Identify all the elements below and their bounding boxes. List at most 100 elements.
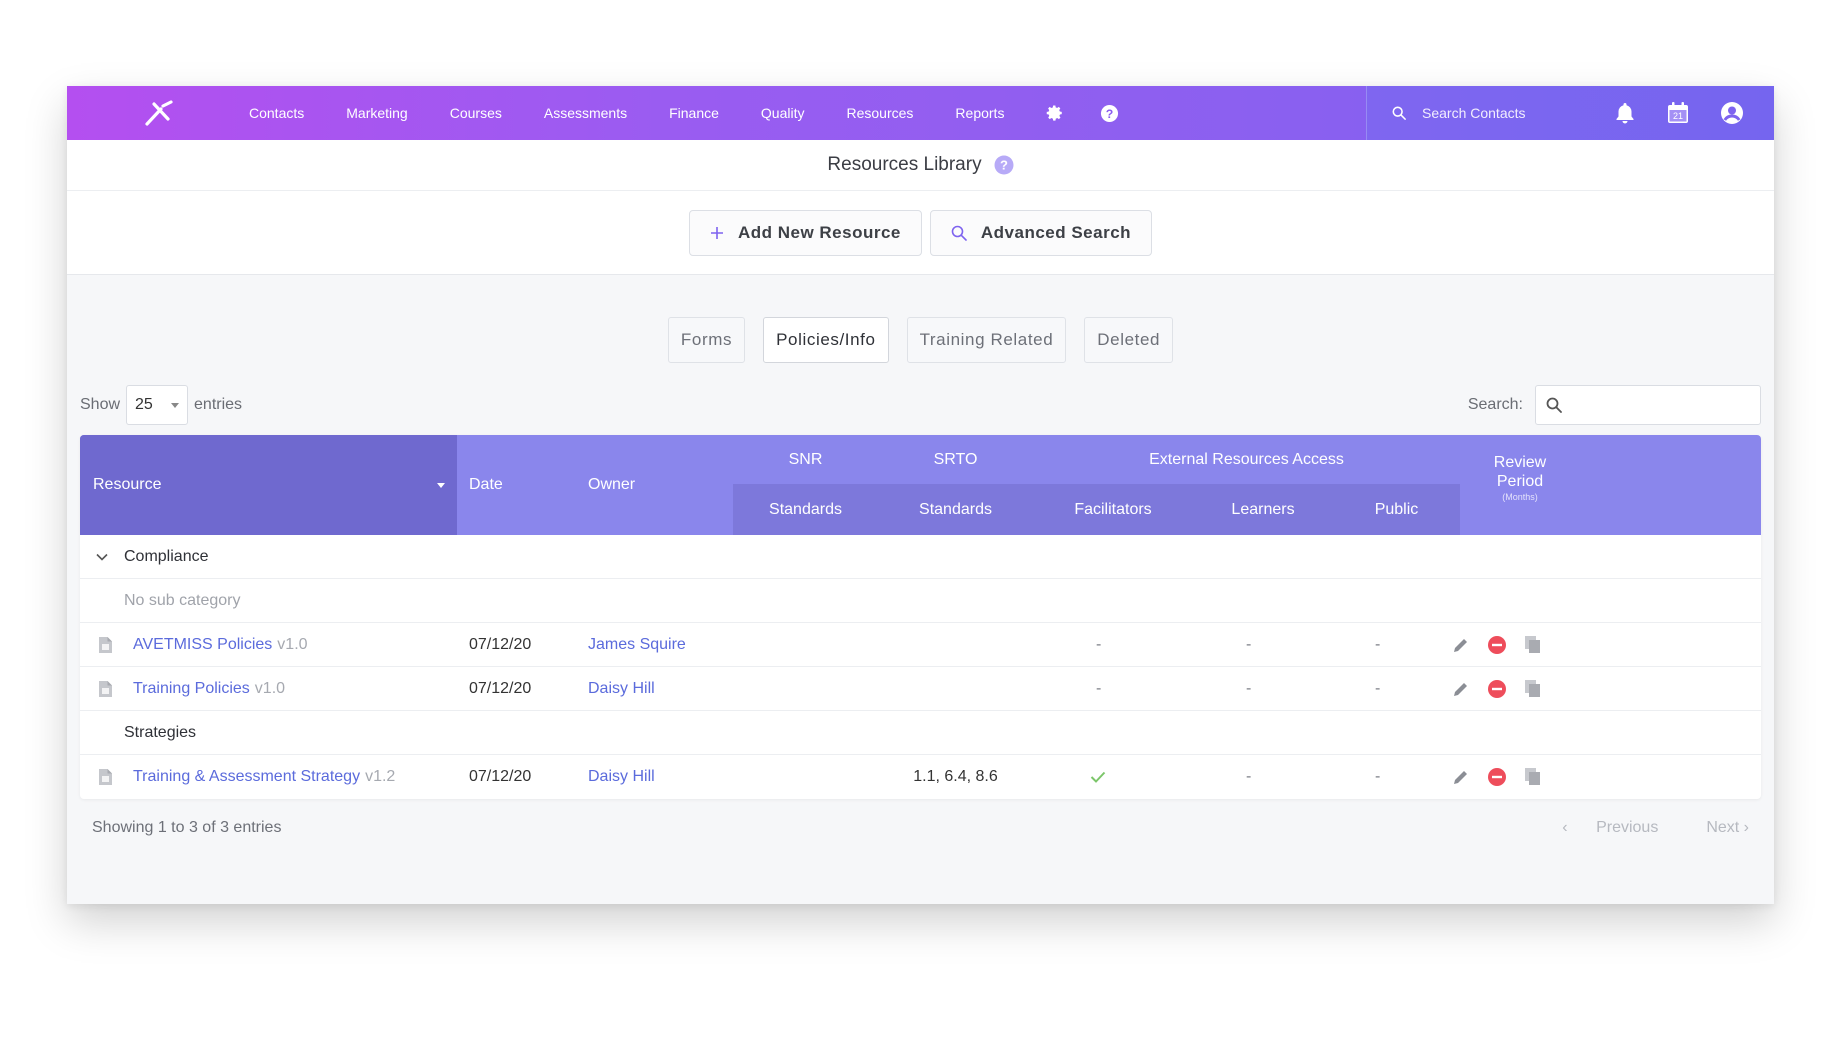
app-logo-icon[interactable] <box>129 100 189 126</box>
svg-text:?: ? <box>1106 106 1114 120</box>
header-review-line1: Review <box>1493 454 1547 471</box>
resource-link[interactable]: AVETMISS Policies <box>133 636 272 654</box>
next-page-button[interactable]: Next › <box>1682 819 1749 837</box>
contact-search <box>1392 105 1584 121</box>
copy-icon[interactable] <box>1524 767 1542 787</box>
calendar-icon[interactable]: 21 <box>1666 101 1690 125</box>
group-label: Compliance <box>124 547 209 565</box>
edit-pencil-icon[interactable] <box>1452 768 1470 786</box>
resource-cell: Training & Assessment Strategy v1.2 <box>133 768 395 786</box>
delete-icon[interactable] <box>1487 679 1507 699</box>
advanced-search-button[interactable]: Advanced Search <box>929 209 1153 256</box>
nav-reports[interactable]: Reports <box>955 105 1004 121</box>
document-icon <box>98 636 113 654</box>
group-row-compliance[interactable]: Compliance <box>80 535 1761 579</box>
chevron-down-icon <box>171 402 180 408</box>
header-srto-standards[interactable]: Standards <box>878 484 1033 535</box>
copy-icon[interactable] <box>1524 679 1542 699</box>
table-controls: Show 25 entries Search: <box>80 385 1761 425</box>
date-cell: 07/12/20 <box>469 635 532 653</box>
nav-contacts[interactable]: Contacts <box>249 105 304 121</box>
resource-link[interactable]: Training Policies <box>133 680 250 698</box>
date-cell: 07/12/20 <box>469 768 532 785</box>
tab-policies-info[interactable]: Policies/Info <box>763 317 889 363</box>
tab-forms[interactable]: Forms <box>667 317 746 363</box>
header-resource-label: Resource <box>93 476 162 493</box>
app-window: Contacts Marketing Courses Assessments F… <box>67 86 1774 904</box>
learners-cell: - <box>1246 635 1252 653</box>
header-resource[interactable]: Resource <box>80 435 457 535</box>
delete-icon[interactable] <box>1487 767 1507 787</box>
settings-gear-icon[interactable] <box>1046 104 1064 122</box>
table-header: Resource Date Owner SNR SRTO External Re… <box>80 435 1761 535</box>
svg-text:?: ? <box>1000 158 1008 173</box>
header-facilitators[interactable]: Facilitators <box>1033 484 1193 535</box>
page-title: Resources Library <box>827 154 982 175</box>
next-label: Next <box>1706 819 1740 836</box>
page-title-bar: Resources Library ? <box>67 140 1774 191</box>
sort-down-icon[interactable] <box>437 483 445 488</box>
tab-training-related[interactable]: Training Related <box>906 317 1067 363</box>
header-snr: SNR <box>788 450 823 468</box>
nav-marketing[interactable]: Marketing <box>346 105 407 121</box>
owner-link[interactable]: Daisy Hill <box>588 680 655 698</box>
resource-cell: Training Policies v1.0 <box>133 680 285 698</box>
search-icon <box>1546 397 1562 413</box>
tab-deleted[interactable]: Deleted <box>1084 317 1174 363</box>
nav-resources[interactable]: Resources <box>847 105 914 121</box>
add-new-resource-button[interactable]: Add New Resource <box>688 209 922 256</box>
user-account-icon[interactable] <box>1720 101 1744 125</box>
help-question-icon[interactable]: ? <box>1100 104 1119 123</box>
plus-icon <box>710 226 724 240</box>
search-contacts-input[interactable] <box>1422 105 1582 121</box>
advanced-search-label: Advanced Search <box>980 222 1132 242</box>
header-snr-standards[interactable]: Standards <box>733 484 878 535</box>
document-icon <box>98 680 113 698</box>
public-cell: - <box>1375 679 1381 697</box>
entries-per-page-select[interactable]: 25 <box>126 385 189 425</box>
copy-icon[interactable] <box>1524 635 1542 655</box>
top-nav-bar: Contacts Marketing Courses Assessments F… <box>67 86 1774 140</box>
table-footer: Showing 1 to 3 of 3 entries ‹ Previous N… <box>92 819 1761 837</box>
header-external-access: External Resources Access <box>1149 450 1344 468</box>
header-date[interactable]: Date <box>469 435 503 535</box>
notifications-bell-icon[interactable] <box>1614 101 1636 125</box>
owner-link[interactable]: James Squire <box>588 636 686 654</box>
header-review-period[interactable]: Review Period (Months) <box>1460 453 1580 503</box>
header-review-line2: Period <box>1496 473 1544 490</box>
facilitators-cell: - <box>1096 635 1102 653</box>
nav-finance[interactable]: Finance <box>669 105 719 121</box>
resource-link[interactable]: Training & Assessment Strategy <box>133 768 360 786</box>
header-learners[interactable]: Learners <box>1193 484 1333 535</box>
edit-pencil-icon[interactable] <box>1452 636 1470 654</box>
facilitators-check-icon <box>1090 771 1106 783</box>
delete-icon[interactable] <box>1487 635 1507 655</box>
nav-courses[interactable]: Courses <box>450 105 502 121</box>
previous-label: Previous <box>1596 819 1659 836</box>
learners-cell: - <box>1246 768 1252 785</box>
top-right-area: 21 <box>1366 86 1774 140</box>
public-cell: - <box>1375 635 1381 653</box>
action-bar: Add New Resource Advanced Search <box>67 191 1774 275</box>
header-public[interactable]: Public <box>1333 484 1460 535</box>
nav-quality[interactable]: Quality <box>761 105 805 121</box>
chevron-down-icon[interactable] <box>96 553 108 561</box>
table-row: AVETMISS Policies v1.0 07/12/20 James Sq… <box>80 623 1761 667</box>
subcategory-label: Strategies <box>124 723 197 741</box>
table-row: Training Policies v1.0 07/12/20 Daisy Hi… <box>80 667 1761 711</box>
resource-cell: AVETMISS Policies v1.0 <box>133 636 308 654</box>
resource-version: v1.2 <box>365 768 396 785</box>
subcategory-row-strategies: Strategies <box>80 711 1761 755</box>
date-cell: 07/12/20 <box>469 679 532 697</box>
title-help-icon[interactable]: ? <box>994 155 1014 175</box>
header-owner[interactable]: Owner <box>588 435 635 535</box>
nav-assessments[interactable]: Assessments <box>544 105 627 121</box>
previous-page-button[interactable]: ‹ Previous <box>1562 819 1658 837</box>
public-cell: - <box>1375 768 1381 785</box>
header-review-unit: (Months) <box>1502 492 1538 502</box>
table-search-label: Search: <box>1467 396 1523 413</box>
table-search-input[interactable] <box>1535 385 1761 425</box>
resource-version: v1.0 <box>254 679 286 697</box>
owner-link[interactable]: Daisy Hill <box>588 768 655 786</box>
edit-pencil-icon[interactable] <box>1452 680 1470 698</box>
